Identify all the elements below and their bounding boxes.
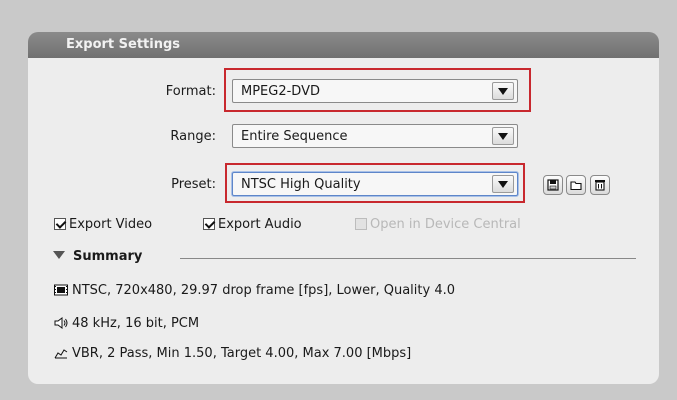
checkbox-checked-icon[interactable] [203,218,215,230]
save-preset-button[interactable] [543,175,563,195]
summary-toggle[interactable]: Summary [53,249,142,264]
checkbox-checked-icon[interactable] [54,218,66,230]
summary-bitrate-text: VBR, 2 Pass, Min 1.50, Target 4.00, Max … [72,346,412,361]
export-audio-label: Export Audio [218,217,302,232]
range-dropdown[interactable]: Entire Sequence [232,124,518,148]
chevron-down-icon[interactable] [492,82,514,100]
format-label: Format: [165,84,216,99]
export-audio-checkbox[interactable]: Export Audio [203,217,302,232]
summary-title: Summary [73,249,143,264]
preset-label: Preset: [171,177,216,192]
import-preset-button[interactable] [566,175,586,195]
delete-preset-button[interactable] [590,175,610,195]
range-value: Entire Sequence [241,129,348,144]
speaker-icon [54,317,68,329]
summary-bitrate-row: VBR, 2 Pass, Min 1.50, Target 4.00, Max … [54,346,411,361]
open-device-central-checkbox: Open in Device Central [355,217,521,232]
trash-icon [595,180,605,191]
summary-video-row: NTSC, 720x480, 29.97 drop frame [fps], L… [54,283,455,298]
folder-icon [570,181,582,191]
range-label: Range: [170,129,216,144]
checkbox-disabled-icon [355,218,367,230]
export-video-checkbox[interactable]: Export Video [54,217,152,232]
save-preset-icon [547,179,559,191]
film-icon [54,284,68,296]
preset-dropdown[interactable]: NTSC High Quality [232,172,518,196]
collapse-triangle-icon[interactable] [53,251,65,259]
summary-divider [180,258,636,259]
format-dropdown[interactable]: MPEG2-DVD [232,79,518,103]
chevron-down-icon[interactable] [492,127,514,145]
bitrate-graph-icon [54,349,68,359]
preset-value: NTSC High Quality [241,177,361,192]
export-settings-header: Export Settings [28,32,659,59]
chevron-down-icon[interactable] [492,175,514,193]
export-video-label: Export Video [69,217,153,232]
panel-title: Export Settings [66,37,181,52]
open-device-central-label: Open in Device Central [370,217,521,232]
summary-audio-row: 48 kHz, 16 bit, PCM [54,316,199,331]
format-value: MPEG2-DVD [241,84,320,99]
summary-video-text: NTSC, 720x480, 29.97 drop frame [fps], L… [72,283,455,298]
summary-audio-text: 48 kHz, 16 bit, PCM [72,316,200,331]
